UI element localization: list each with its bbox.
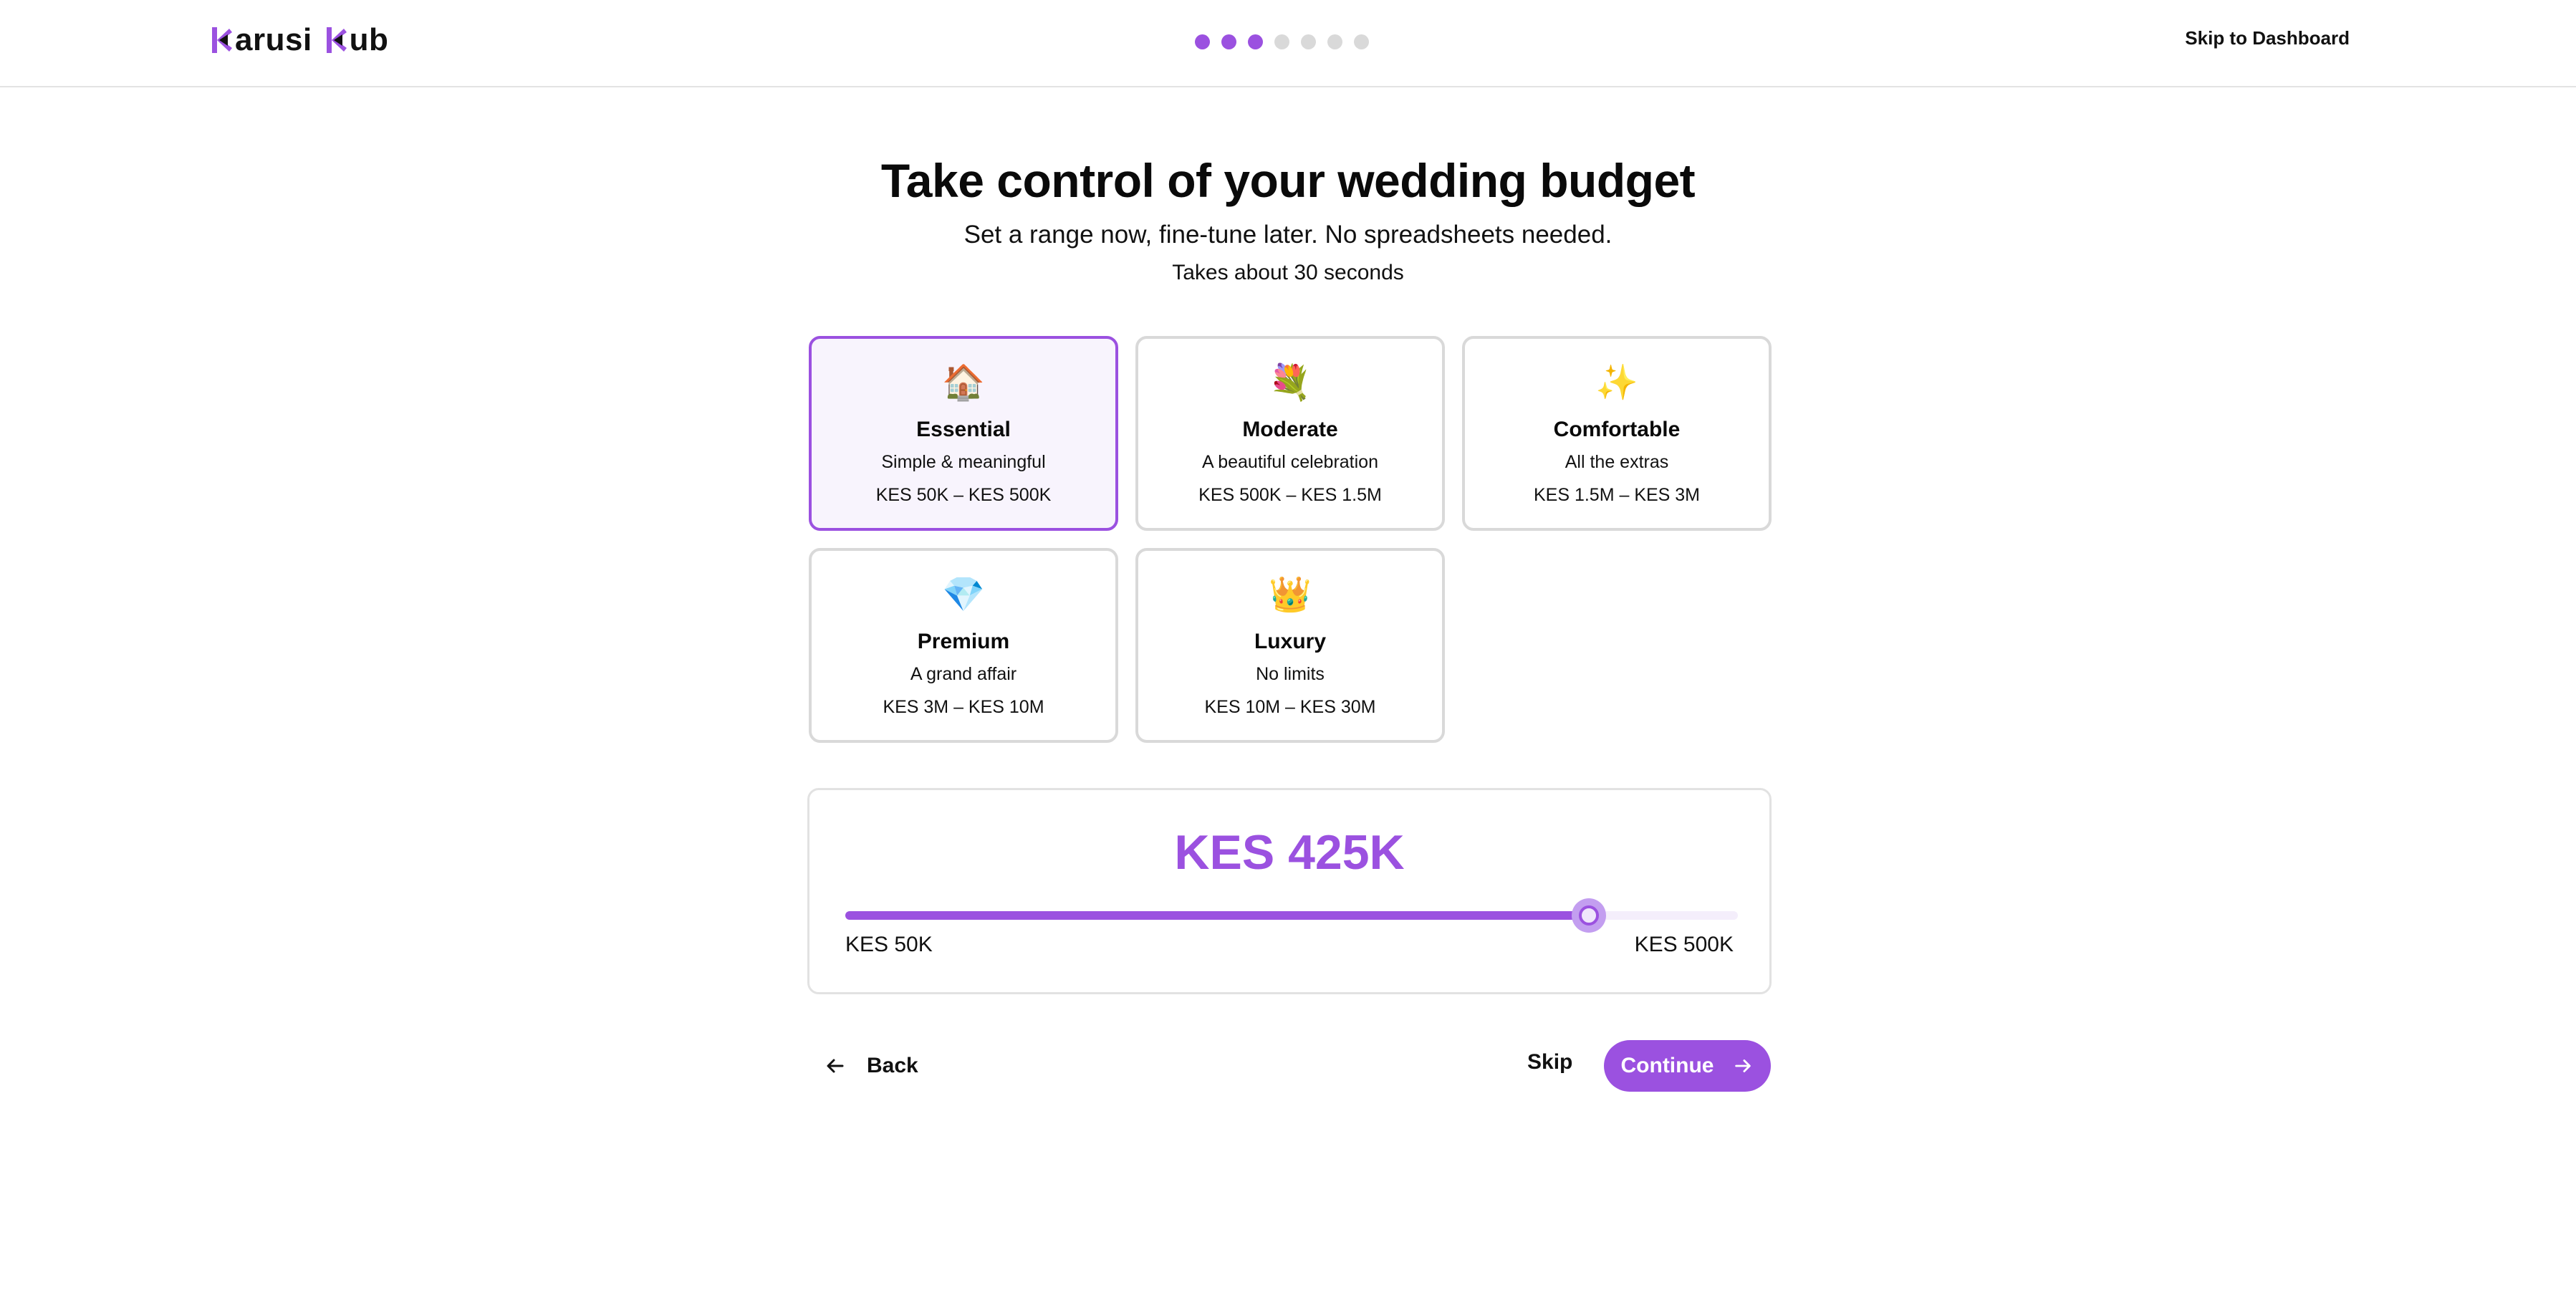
tier-description: No limits bbox=[1256, 664, 1325, 684]
arrow-left-icon bbox=[824, 1054, 847, 1077]
gem-icon: 💎 bbox=[942, 576, 985, 614]
progress-step-dot bbox=[1274, 34, 1289, 49]
top-bar: arusi ub Skip to Dashboard bbox=[0, 0, 2576, 87]
budget-slider-thumb[interactable] bbox=[1572, 898, 1607, 933]
tier-name: Luxury bbox=[1254, 630, 1327, 653]
tier-card-comfortable[interactable]: ✨ Comfortable All the extras KES 1.5M – … bbox=[1462, 336, 1772, 531]
tier-card-luxury[interactable]: 👑 Luxury No limits KES 10M – KES 30M bbox=[1135, 548, 1445, 743]
crown-icon: 👑 bbox=[1269, 576, 1312, 614]
slider-min-label: KES 50K bbox=[845, 933, 933, 956]
tier-name: Comfortable bbox=[1553, 418, 1681, 441]
logo-k-mark-icon bbox=[211, 26, 234, 54]
tier-description: Simple & meaningful bbox=[881, 452, 1046, 472]
tier-range: KES 1.5M – KES 3M bbox=[1533, 485, 1701, 505]
progress-step-dot bbox=[1221, 34, 1236, 49]
logo[interactable]: arusi ub bbox=[211, 20, 388, 60]
progress-step-dot bbox=[1195, 34, 1210, 49]
arrow-right-icon bbox=[1732, 1055, 1754, 1077]
progress-steps bbox=[1195, 34, 1369, 49]
time-estimate: Takes about 30 seconds bbox=[1172, 261, 1404, 284]
logo-text-part1: arusi bbox=[235, 22, 312, 57]
budget-slider-track[interactable] bbox=[845, 898, 1738, 933]
logo-h-mark-icon bbox=[325, 26, 348, 54]
sparkles-icon: ✨ bbox=[1595, 364, 1638, 402]
house-icon: 🏠 bbox=[942, 364, 985, 402]
logo-text-part2: ub bbox=[349, 22, 389, 57]
continue-button[interactable]: Continue bbox=[1604, 1040, 1771, 1092]
tier-card-moderate[interactable]: 💐 Moderate A beautiful celebration KES 5… bbox=[1135, 336, 1445, 531]
progress-step-dot bbox=[1354, 34, 1369, 49]
budget-slider-panel: KES 425K KES 50K KES 500K bbox=[807, 788, 1772, 994]
slider-max-label: KES 500K bbox=[1634, 933, 1734, 956]
tier-description: A beautiful celebration bbox=[1201, 452, 1378, 472]
page-subtitle: Set a range now, fine-tune later. No spr… bbox=[963, 221, 1613, 249]
back-button-label: Back bbox=[867, 1054, 918, 1077]
back-button[interactable]: Back bbox=[824, 1050, 918, 1082]
tier-card-premium[interactable]: 💎 Premium A grand affair KES 3M – KES 10… bbox=[809, 548, 1118, 743]
page-title: Take control of your wedding budget bbox=[880, 154, 1696, 207]
tier-description: A grand affair bbox=[910, 664, 1017, 684]
skip-to-dashboard-link[interactable]: Skip to Dashboard bbox=[2185, 27, 2350, 49]
tier-range: KES 500K – KES 1.5M bbox=[1198, 485, 1382, 505]
tier-range: KES 10M – KES 30M bbox=[1204, 697, 1376, 717]
tier-name: Premium bbox=[917, 630, 1010, 653]
tier-description: All the extras bbox=[1565, 452, 1669, 472]
tier-name: Essential bbox=[916, 418, 1011, 441]
progress-step-dot bbox=[1248, 34, 1263, 49]
tier-range: KES 50K – KES 500K bbox=[875, 485, 1052, 505]
skip-button[interactable]: Skip bbox=[1527, 1050, 1572, 1075]
budget-slider-fill bbox=[845, 911, 1590, 920]
bouquet-icon: 💐 bbox=[1269, 364, 1312, 402]
progress-step-dot bbox=[1327, 34, 1342, 49]
budget-amount: KES 425K bbox=[1174, 825, 1405, 880]
tier-name: Moderate bbox=[1242, 418, 1338, 441]
tier-range: KES 3M – KES 10M bbox=[883, 697, 1044, 717]
continue-button-label: Continue bbox=[1620, 1054, 1714, 1077]
tier-card-essential[interactable]: 🏠 Essential Simple & meaningful KES 50K … bbox=[809, 336, 1118, 531]
progress-step-dot bbox=[1301, 34, 1316, 49]
